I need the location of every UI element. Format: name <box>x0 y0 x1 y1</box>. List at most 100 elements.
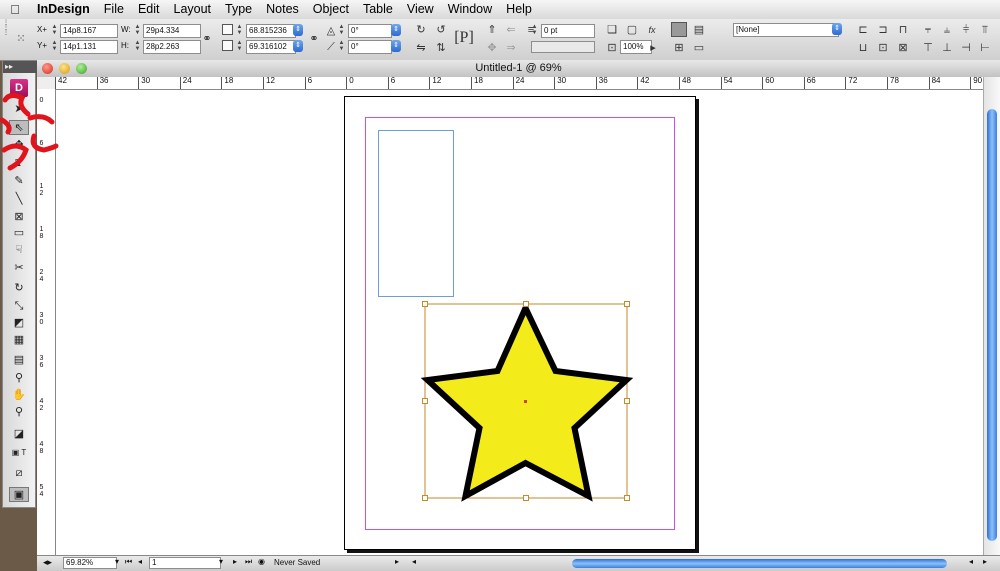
w-stepper[interactable]: ▲ ▼ <box>134 24 141 37</box>
apple-icon[interactable]:  <box>0 2 30 17</box>
object-style-dropdown[interactable]: ⇕ <box>832 23 842 35</box>
y-field[interactable]: 14p1.131 <box>60 40 118 54</box>
distribute-bottom-icon[interactable]: ⫩ <box>958 22 974 38</box>
menu-file[interactable]: File <box>97 0 131 19</box>
status-menu-icon[interactable]: ▸ <box>395 557 399 566</box>
fit-content-icon[interactable]: ⊔ <box>855 40 871 56</box>
shear-dropdown[interactable]: ⇕ <box>391 40 401 52</box>
align-hcenter-icon[interactable]: ⊢ <box>977 40 993 56</box>
page-field[interactable]: 1 <box>149 557 221 569</box>
reference-point-icon[interactable]: ⁙ <box>13 31 29 47</box>
rectangle-tool-icon[interactable]: ▭ <box>9 226 29 241</box>
first-page-icon[interactable]: ⏮ <box>125 557 132 567</box>
vertical-scroll-thumb[interactable] <box>987 109 997 541</box>
scale-x-dropdown[interactable]: ⇕ <box>293 24 303 36</box>
scale-x-field[interactable]: 68.815236 <box>246 24 296 38</box>
menu-view[interactable]: View <box>400 0 441 19</box>
scroll-right-arrow[interactable]: ▸ <box>983 557 987 566</box>
scale-x-stepper[interactable]: ▲ ▼ <box>236 24 243 37</box>
scale-y-field[interactable]: 69.316102 <box>246 40 296 54</box>
next-page-icon[interactable]: ▸ <box>233 557 237 566</box>
vertical-scrollbar[interactable] <box>983 77 1000 555</box>
menu-edit[interactable]: Edit <box>131 0 167 19</box>
object-style-icon[interactable]: ⊞ <box>671 40 687 56</box>
x-field[interactable]: 14p8.167 <box>60 24 118 38</box>
w-field[interactable]: 29p4.334 <box>143 24 201 38</box>
handle-bottom-left[interactable] <box>422 495 428 501</box>
line-tool-icon[interactable]: ╲ <box>9 192 29 207</box>
select-next-icon[interactable]: ⇒ <box>503 40 519 56</box>
free-transform-tool-icon[interactable]: ⤡ <box>9 299 29 314</box>
previous-page-icon[interactable]: ◂ <box>138 557 142 566</box>
page-dropdown-icon[interactable]: ▾ <box>219 557 223 566</box>
version-cue-icon[interactable]: ◉ <box>258 557 265 566</box>
tools-panel-header[interactable]: ▸▸ <box>3 61 37 73</box>
align-right-icon[interactable]: ⊓ <box>895 22 911 38</box>
select-content-icon[interactable]: ✥ <box>484 40 500 56</box>
align-bottom-icon[interactable]: ⊣ <box>958 40 974 56</box>
opacity-arrow-icon[interactable]: ▸ <box>648 40 658 56</box>
eyedropper-tool-icon[interactable]: ⚲ <box>9 371 29 386</box>
clear-style-icon[interactable]: ▭ <box>691 40 707 56</box>
scale-y-stepper[interactable]: ▲ ▼ <box>236 40 243 53</box>
fill-stroke-icon[interactable]: ◪ <box>9 427 29 442</box>
minimize-window-button[interactable] <box>59 63 70 74</box>
handle-top-right[interactable] <box>624 301 630 307</box>
normal-view-mode-icon[interactable]: ▣ <box>9 487 29 502</box>
center-content-icon[interactable]: ⊠ <box>895 40 911 56</box>
menu-type[interactable]: Type <box>218 0 259 19</box>
handle-bottom-right[interactable] <box>624 495 630 501</box>
align-left-icon[interactable]: ⊏ <box>855 22 871 38</box>
menu-table[interactable]: Table <box>356 0 400 19</box>
rotate-ccw-icon[interactable]: ↺ <box>433 22 449 38</box>
flip-horizontal-icon[interactable]: ⇋ <box>413 40 429 56</box>
close-window-button[interactable] <box>42 63 53 74</box>
stroke-weight-field[interactable]: 0 pt <box>541 24 595 38</box>
formatting-affects-icon[interactable]: ▣ T <box>9 445 29 460</box>
constrain-scale-icon[interactable]: ⚭ <box>306 31 322 47</box>
rotate-cw-icon[interactable]: ↻ <box>413 22 429 38</box>
handle-middle-left[interactable] <box>422 398 428 404</box>
distribute-left-icon[interactable]: ⫪ <box>977 22 993 38</box>
horizontal-scroll-thumb[interactable] <box>572 559 947 568</box>
handle-bottom-center[interactable] <box>523 495 529 501</box>
x-stepper[interactable]: ▲ ▼ <box>51 24 58 37</box>
rotate-field[interactable]: 0° <box>348 24 392 38</box>
constrain-proportions-icon[interactable]: ⚭ <box>199 31 215 47</box>
handle-middle-right[interactable] <box>624 398 630 404</box>
shear-stepper[interactable]: ▲ ▼ <box>338 40 345 53</box>
zoom-dropdown-icon[interactable]: ▾ <box>115 557 119 566</box>
handle-top-center[interactable] <box>523 301 529 307</box>
h-field[interactable]: 28p2.263 <box>143 40 201 54</box>
object-style-select[interactable]: [None] <box>733 23 839 37</box>
align-top-icon[interactable]: ⊤ <box>920 40 936 56</box>
gradient-tool-icon[interactable]: ◩ <box>9 316 29 331</box>
align-middle-icon[interactable]: ⊥ <box>939 40 955 56</box>
drop-shadow-icon[interactable]: ❑ <box>604 22 620 38</box>
panel-grip-icon[interactable]: ⋮ ⋮ ⋮ <box>2 20 10 57</box>
pasteboard[interactable] <box>56 90 983 555</box>
stroke-type-field[interactable] <box>531 41 595 53</box>
zoom-field[interactable]: 69.82% <box>63 557 117 569</box>
distribute-top-icon[interactable]: ⫧ <box>920 22 936 38</box>
paragraph-reference-icon[interactable]: [P] <box>453 26 475 50</box>
button-tool-icon[interactable]: ☟ <box>9 243 29 258</box>
menu-help[interactable]: Help <box>499 0 539 19</box>
select-container-icon[interactable]: ⇑ <box>484 22 500 38</box>
fit-frame-icon[interactable]: ⊡ <box>875 40 891 56</box>
shear-field[interactable]: 0° <box>348 40 392 54</box>
text-wrap-none-icon[interactable] <box>671 22 687 37</box>
stroke-weight-stepper[interactable]: ▲ ▼ <box>531 24 538 37</box>
note-tool-icon[interactable]: ▤ <box>9 353 29 368</box>
distribute-middle-icon[interactable]: ⫨ <box>939 22 955 38</box>
menu-indesign[interactable]: InDesign <box>30 0 97 19</box>
menu-notes[interactable]: Notes <box>259 0 306 19</box>
menu-window[interactable]: Window <box>441 0 499 19</box>
fx-icon[interactable]: fx <box>644 22 660 38</box>
rotate-stepper[interactable]: ▲ ▼ <box>338 24 345 37</box>
rectangle-frame-tool-icon[interactable]: ⊠ <box>9 210 29 225</box>
last-page-icon[interactable]: ⏭ <box>245 557 252 567</box>
h-stepper[interactable]: ▲ ▼ <box>134 40 141 53</box>
menu-layout[interactable]: Layout <box>167 0 219 19</box>
gradient-feather-tool-icon[interactable]: ▦ <box>9 333 29 348</box>
